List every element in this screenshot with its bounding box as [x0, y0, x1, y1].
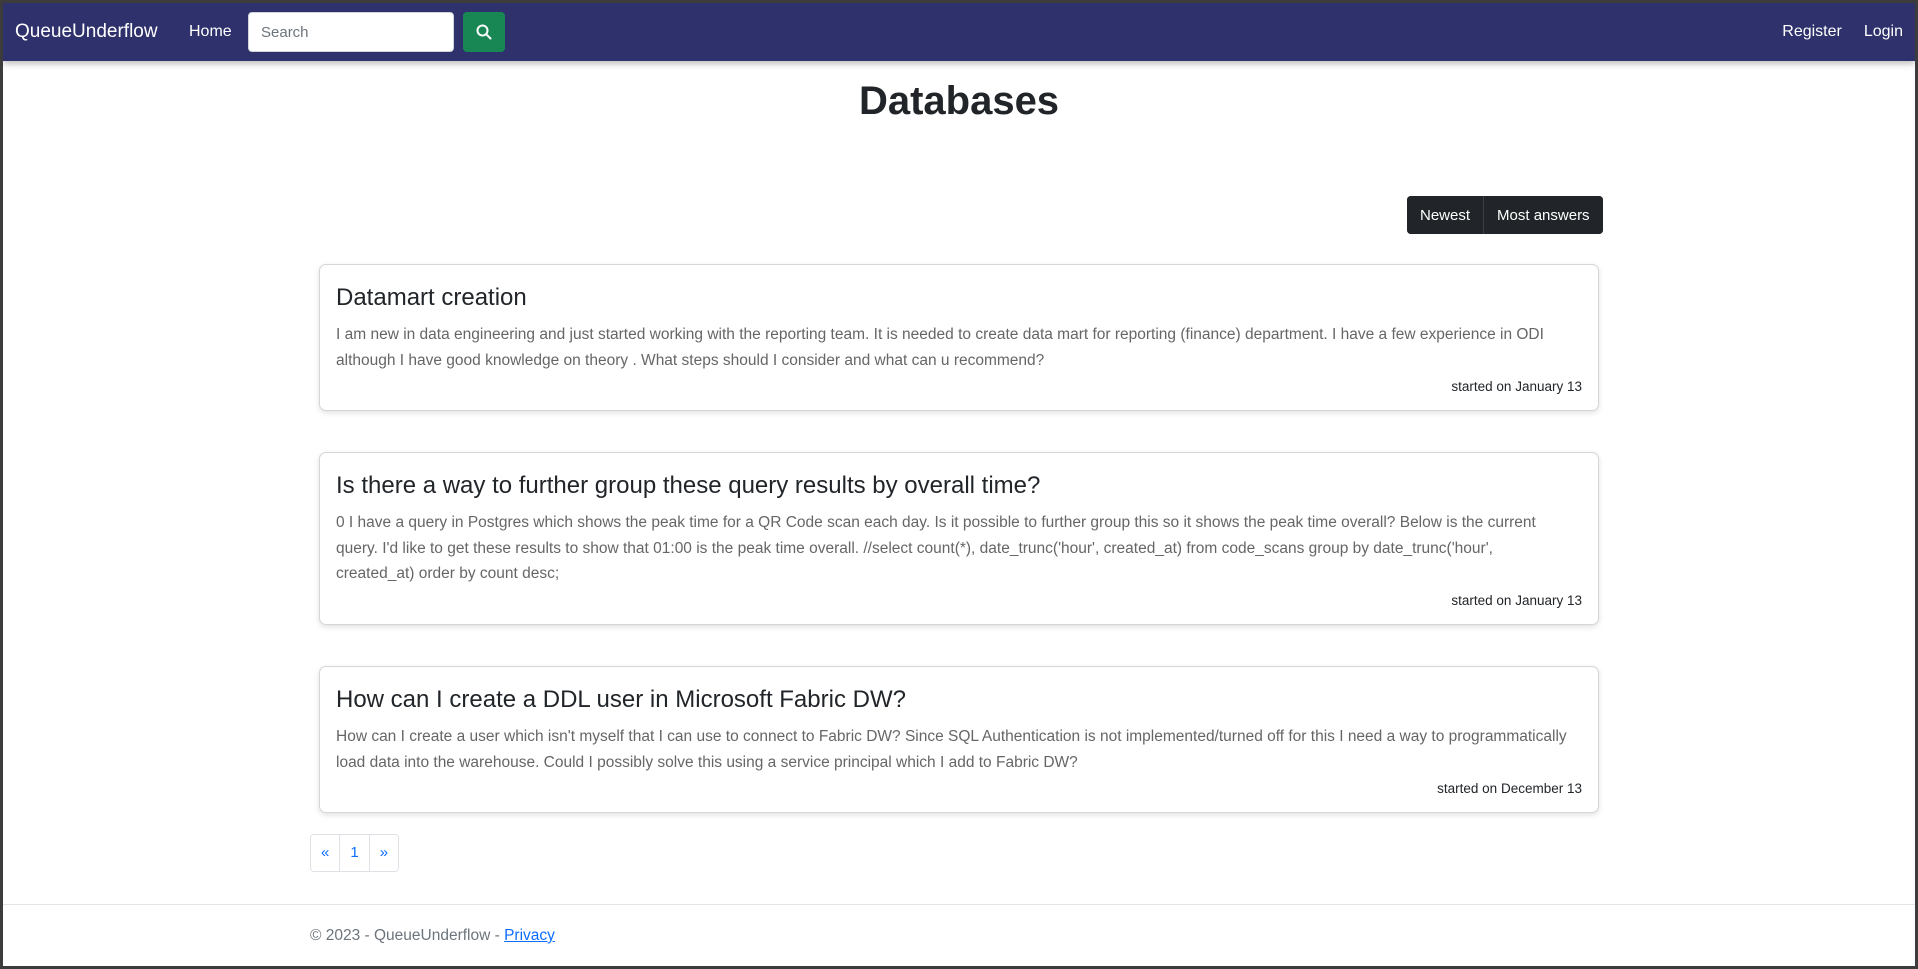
sort-most-answers-button[interactable]: Most answers — [1483, 196, 1603, 234]
nav-account-links: Register Login — [1782, 3, 1903, 61]
question-date: started on January 13 — [1451, 592, 1582, 608]
brand-link[interactable]: QueueUnderflow — [15, 3, 158, 61]
register-link[interactable]: Register — [1782, 23, 1842, 41]
question-date: started on December 13 — [1437, 781, 1582, 796]
navbar: QueueUnderflow Home Register Login — [3, 3, 1915, 61]
nav-home-link[interactable]: Home — [189, 3, 232, 61]
question-excerpt: How can I create a user which isn't myse… — [336, 728, 1567, 771]
footer-copyright: © 2023 - QueueUnderflow - — [310, 927, 505, 944]
search-button[interactable] — [463, 12, 505, 52]
question-card[interactable]: How can I create a DDL user in Microsoft… — [319, 666, 1599, 813]
pagination-prev[interactable]: « — [311, 835, 340, 871]
question-date: started on January 13 — [1451, 379, 1582, 394]
pagination-page[interactable]: 1 — [339, 835, 369, 871]
login-link[interactable]: Login — [1864, 23, 1903, 41]
browser-viewport: QueueUnderflow Home Register Login Datab… — [3, 3, 1915, 966]
search-icon — [476, 24, 492, 40]
search-input[interactable] — [248, 12, 454, 52]
page-title: Databases — [858, 79, 1060, 123]
footer: © 2023 - QueueUnderflow - Privacy — [3, 904, 1915, 966]
pagination: « 1 » — [310, 834, 400, 872]
footer-text: © 2023 - QueueUnderflow - Privacy — [310, 927, 555, 945]
question-card[interactable]: Datamart creation I am new in data engin… — [319, 264, 1599, 411]
question-title[interactable]: How can I create a DDL user in Microsoft… — [336, 685, 1582, 715]
sort-button-group: Newest Most answers — [1407, 196, 1603, 234]
question-title[interactable]: Datamart creation — [336, 283, 1582, 313]
question-excerpt: 0 I have a query in Postgres which shows… — [336, 514, 1536, 582]
privacy-link[interactable]: Privacy — [504, 927, 555, 944]
pagination-next[interactable]: » — [368, 835, 399, 871]
sort-newest-button[interactable]: Newest — [1407, 196, 1484, 234]
question-title[interactable]: Is there a way to further group these qu… — [336, 471, 1582, 501]
question-excerpt: I am new in data engineering and just st… — [336, 326, 1544, 369]
question-card[interactable]: Is there a way to further group these qu… — [319, 452, 1599, 625]
